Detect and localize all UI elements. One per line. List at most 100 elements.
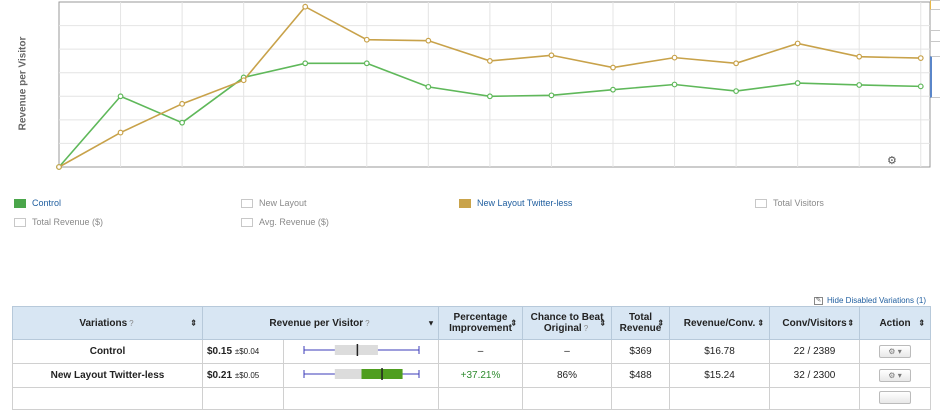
data-point <box>917 55 924 61</box>
col-chance-to-beat[interactable]: Chance to Beat Original? ⇕ <box>522 306 613 340</box>
sort-icon: ⇕ <box>918 318 926 328</box>
data-point <box>671 54 678 61</box>
action-gear-dropdown-button[interactable] <box>879 390 912 404</box>
legend-item[interactable]: New Layout Twitter-less <box>459 198 572 208</box>
table-row[interactable]: New Layout Twitter-less $0.21 ±$0.05 +37.… <box>12 363 932 388</box>
legend-item[interactable]: New Layout <box>241 198 307 208</box>
data-point <box>671 81 678 88</box>
hide-disabled-label: Hide Disabled Variations (1) <box>826 296 926 305</box>
revenue-per-conversion: $16.78 <box>669 339 771 364</box>
data-point <box>917 83 924 90</box>
table-cell <box>522 387 613 410</box>
data-point <box>548 92 555 99</box>
confidence-interval-plot <box>282 363 440 388</box>
total-revenue: $488 <box>611 363 671 388</box>
variation-name: Control <box>12 339 203 364</box>
data-point <box>856 82 863 88</box>
data-point <box>610 64 616 71</box>
legend-item[interactable]: Control <box>14 198 61 208</box>
sort-icon: ⇕ <box>190 318 197 328</box>
chart-settings-gear-icon[interactable]: ⚙ <box>887 155 897 167</box>
data-point <box>117 129 124 136</box>
legend-swatch <box>241 217 253 227</box>
data-point <box>610 86 616 93</box>
data-point <box>302 60 309 67</box>
table-header-row: Variations? ⇕ Revenue per Visitor? ▾ Perce… <box>12 306 932 340</box>
legend-label: New Layout Twitter-less <box>477 198 573 208</box>
data-point <box>794 40 801 47</box>
confidence-bar <box>303 368 420 380</box>
data-point <box>794 80 801 86</box>
data-point <box>363 60 370 67</box>
data-point <box>548 52 555 59</box>
right-edge-tab-1[interactable] <box>930 0 940 10</box>
revenue-line-chart: ⚙ <box>56 1 931 170</box>
variations-table: Variations? ⇕ Revenue per Visitor? ▾ Perce… <box>12 306 932 410</box>
table-row[interactable] <box>12 387 932 410</box>
legend-swatch <box>14 198 26 208</box>
table-cell <box>611 387 671 410</box>
help-icon: ? <box>583 324 589 333</box>
col-revenue-per-visitor[interactable]: Revenue per Visitor? ▾ <box>201 306 440 340</box>
col-percentage-improvement[interactable]: Percentage Improvement ⇕ <box>438 306 524 340</box>
table-cell <box>12 387 203 410</box>
legend-swatch <box>755 198 767 208</box>
action-gear-dropdown-button[interactable]: ⚙ ▾ <box>879 345 912 358</box>
help-icon: ? <box>129 318 134 328</box>
chance-to-beat: 86% <box>522 363 613 388</box>
action-cell: ⚙ ▾ <box>859 363 932 388</box>
legend-swatch <box>14 217 26 227</box>
percentage-improvement: – <box>438 339 524 364</box>
table-cell <box>438 387 524 410</box>
action-gear-dropdown-button[interactable]: ⚙ ▾ <box>879 369 912 382</box>
legend-item[interactable]: Avg. Revenue ($) <box>241 217 329 227</box>
right-edge-tab-3[interactable] <box>930 56 940 98</box>
data-point <box>117 93 124 100</box>
hide-disabled-variations-link[interactable]: ✎ Hide Disabled Variations (1) <box>813 296 926 305</box>
percentage-improvement: +37.21% <box>438 363 524 388</box>
col-action[interactable]: Action ⇕ <box>859 306 932 340</box>
revenue-per-visitor: $0.15 ±$0.04 <box>202 339 284 364</box>
data-point <box>856 53 863 60</box>
data-point <box>240 77 247 84</box>
revenue-per-visitor: $0.21 ±$0.05 <box>202 363 284 388</box>
legend-label: Control <box>32 198 62 208</box>
col-variations[interactable]: Variations? ⇕ <box>12 306 203 340</box>
table-row[interactable]: Control $0.15 ±$0.04 – – $369 $16.78 22 / 238… <box>12 339 932 364</box>
variation-name: New Layout Twitter-less <box>12 363 203 388</box>
chance-to-beat: – <box>522 339 613 364</box>
col-conv-visitors[interactable]: Conv/Visitors ⇕ <box>769 306 861 340</box>
legend-label: New Layout <box>259 198 307 208</box>
action-cell: ⚙ ▾ <box>859 339 932 364</box>
sort-icon: ⇕ <box>847 318 855 328</box>
data-point <box>302 3 309 10</box>
table-cell <box>282 387 440 410</box>
sort-icon: ⇕ <box>599 318 607 328</box>
col-revenue-per-conversion[interactable]: Revenue/Conv. ⇕ <box>669 306 771 340</box>
sort-icon: ⇕ <box>757 318 765 328</box>
dropdown-icon: ▾ <box>429 318 434 328</box>
revenue-per-conversion: $15.24 <box>669 363 771 388</box>
hide-icon: ✎ <box>813 296 823 305</box>
data-point <box>733 88 740 94</box>
y-axis-label: Revenue per Visitor <box>17 36 29 131</box>
sort-icon: ⇕ <box>510 318 518 328</box>
col-total-revenue[interactable]: Total Revenue ⇕ <box>611 306 671 340</box>
data-point <box>486 93 493 100</box>
data-point <box>425 37 432 44</box>
legend-swatch <box>241 198 253 208</box>
data-point <box>425 83 432 90</box>
table-cell <box>669 387 771 410</box>
legend-item[interactable]: Total Visitors <box>755 198 824 208</box>
legend-item[interactable]: Total Revenue ($) <box>14 217 103 227</box>
right-edge-tab-2[interactable] <box>930 30 940 42</box>
table-cell <box>769 387 861 410</box>
data-point <box>363 36 370 43</box>
data-point <box>56 164 62 170</box>
legend-label: Total Visitors <box>773 198 824 208</box>
conv-visitors: 22 / 2389 <box>769 339 861 364</box>
confidence-bar <box>303 344 420 356</box>
legend-swatch <box>459 198 471 208</box>
table-cell <box>202 387 284 410</box>
total-revenue: $369 <box>611 339 671 364</box>
